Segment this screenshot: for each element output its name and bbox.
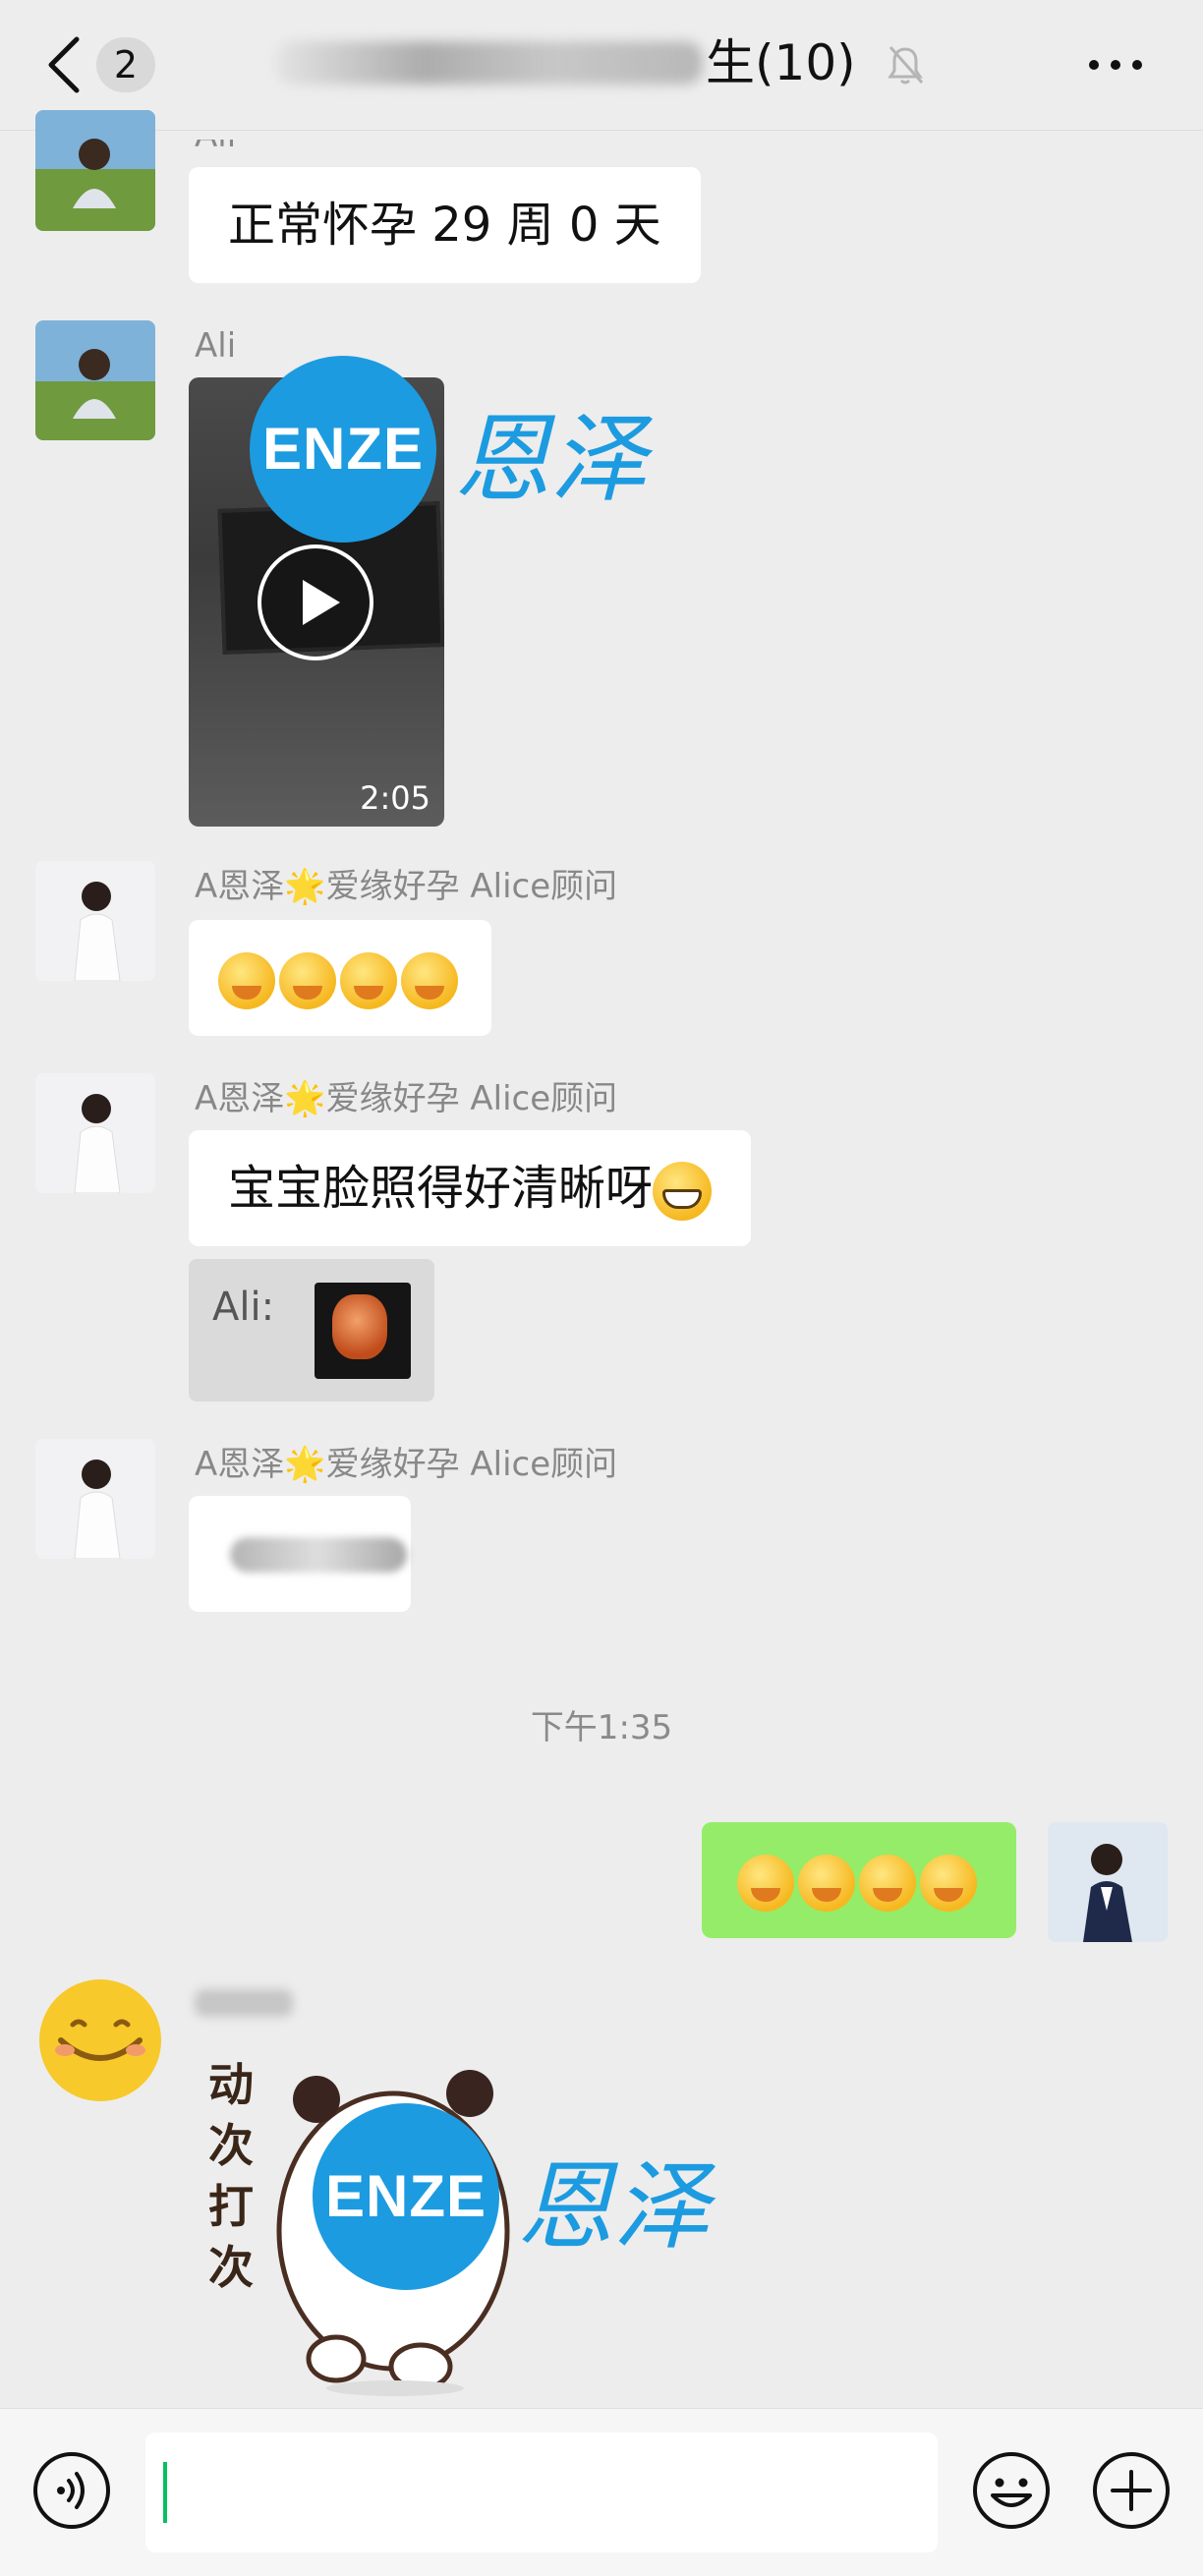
hand-over-mouth-emoji-icon xyxy=(340,952,397,1009)
plus-icon[interactable] xyxy=(1091,2450,1172,2531)
blurred-message-content xyxy=(230,1537,407,1573)
message-input[interactable] xyxy=(145,2433,938,2552)
watermark-logo: ENZE xyxy=(250,356,436,543)
chat-title: 生(10) xyxy=(706,34,856,91)
blurred-title-part xyxy=(275,41,703,85)
message-bubble[interactable] xyxy=(189,920,491,1036)
hand-over-mouth-emoji-icon xyxy=(737,1855,794,1912)
play-icon[interactable] xyxy=(256,543,375,662)
unread-badge[interactable]: 2 xyxy=(96,37,155,92)
watermark-logo: ENZE xyxy=(313,2103,499,2290)
hand-over-mouth-emoji-icon xyxy=(401,952,458,1009)
avatar[interactable] xyxy=(35,1439,155,1559)
chat-header: 2 生(10) xyxy=(0,0,1203,131)
hand-over-mouth-emoji-icon xyxy=(798,1855,855,1912)
emoji-icon[interactable] xyxy=(971,2450,1052,2531)
hand-over-mouth-emoji-icon xyxy=(859,1855,916,1912)
sender-name: A恩泽🌟爱缘好孕 Alice顾问 xyxy=(195,1445,618,1484)
avatar[interactable] xyxy=(35,1073,155,1193)
text-cursor xyxy=(163,2462,167,2523)
quoted-message[interactable]: Ali: xyxy=(189,1259,434,1402)
self-avatar[interactable] xyxy=(1048,1822,1168,1942)
back-chevron-icon[interactable] xyxy=(39,33,98,96)
message-bubble[interactable] xyxy=(189,1496,411,1612)
quoted-image-thumbnail[interactable] xyxy=(315,1283,411,1379)
input-bar xyxy=(0,2408,1203,2576)
avatar[interactable] xyxy=(35,320,155,440)
sender-name: A恩泽🌟爱缘好孕 Alice顾问 xyxy=(195,867,618,906)
sticker-text: 动次打次 xyxy=(208,2058,254,2294)
timestamp: 下午1:35 xyxy=(530,1708,673,1747)
watermark-text: 恩泽 xyxy=(517,2151,711,2263)
grin-emoji-icon xyxy=(653,1162,713,1221)
hand-over-mouth-emoji-icon xyxy=(279,952,336,1009)
more-icon[interactable] xyxy=(1086,57,1145,73)
message-text: 宝宝脸照得好清晰呀 xyxy=(228,1161,654,1216)
sender-name: Ali xyxy=(195,326,237,366)
watermark-text: 恩泽 xyxy=(454,404,648,516)
blurred-sender-name xyxy=(195,1989,293,2017)
avatar[interactable] xyxy=(35,110,155,231)
sender-name: A恩泽🌟爱缘好孕 Alice顾问 xyxy=(195,1079,618,1118)
smiley-avatar[interactable] xyxy=(35,1977,161,2101)
message-bubble[interactable]: 宝宝脸照得好清晰呀 xyxy=(189,1130,752,1246)
quote-sender: Ali: xyxy=(212,1285,275,1330)
video-duration: 2:05 xyxy=(360,779,430,817)
mute-bell-icon xyxy=(888,46,924,85)
hand-over-mouth-emoji-icon xyxy=(920,1855,977,1912)
voice-icon[interactable] xyxy=(31,2450,112,2531)
hand-over-mouth-emoji-icon xyxy=(218,952,275,1009)
self-message-bubble[interactable] xyxy=(702,1822,1016,1938)
message-bubble[interactable]: 正常怀孕 29 周 0 天 xyxy=(189,167,701,283)
avatar[interactable] xyxy=(35,861,155,981)
